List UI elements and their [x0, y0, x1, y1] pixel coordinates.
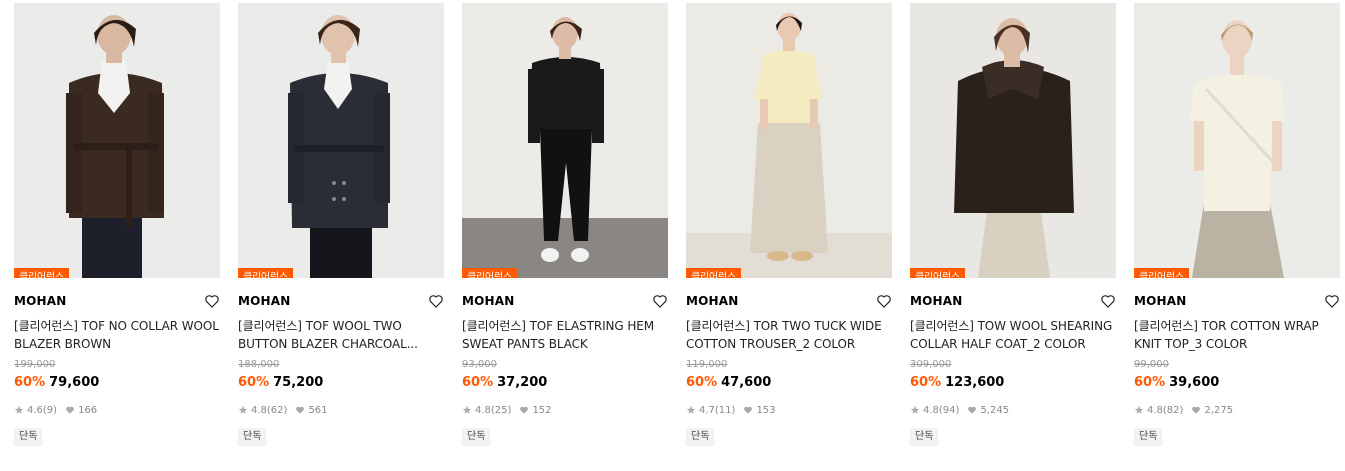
review-count: (11)	[714, 404, 736, 416]
original-price: 188,000	[238, 359, 280, 370]
heart-icon[interactable]	[876, 293, 892, 309]
sale-price: 39,600	[1169, 375, 1220, 390]
brand-name[interactable]: MOHAN	[910, 294, 963, 308]
brand-name[interactable]: MOHAN	[14, 294, 67, 308]
product-image[interactable]: 클리어런스	[238, 3, 444, 278]
review-count: (82)	[1162, 404, 1184, 416]
rating: 4.6	[27, 404, 43, 416]
review-count: (25)	[490, 404, 512, 416]
heart-filled-icon	[66, 406, 74, 414]
rating: 4.8	[251, 404, 267, 416]
exclusive-badge: 단독	[910, 428, 939, 446]
discount-rate: 60%	[686, 375, 718, 390]
clearance-tag: 클리어런스	[910, 268, 965, 278]
like-count: 561	[308, 404, 328, 416]
exclusive-badge: 단독	[238, 428, 267, 446]
star-icon	[462, 405, 472, 414]
product-image[interactable]: 클리어런스	[462, 3, 668, 278]
discount-rate: 60%	[1134, 375, 1166, 390]
discount-rate: 60%	[910, 375, 942, 390]
brand-name[interactable]: MOHAN	[238, 294, 291, 308]
clearance-tag: 클리어런스	[1134, 268, 1189, 278]
product-card[interactable]: 클리어런스 MOHAN [클리어런스] TOF ELASTRING HEM SW…	[462, 3, 668, 446]
product-name[interactable]: [클리어런스] TOR TWO TUCK WIDE COTTON TROUSER…	[686, 317, 892, 353]
original-price: 309,000	[910, 359, 952, 370]
product-card[interactable]: 클리어런스 MOHAN [클리어런스] TOW WOOL SHEARING CO…	[910, 3, 1116, 446]
clearance-tag: 클리어런스	[238, 268, 293, 278]
exclusive-badge: 단독	[686, 428, 715, 446]
discount-rate: 60%	[14, 375, 46, 390]
product-meta: 4.8 (62) 561	[238, 403, 444, 417]
heart-filled-icon	[744, 406, 753, 414]
rating: 4.7	[699, 404, 715, 416]
product-name[interactable]: [클리어런스] TOW WOOL SHEARING COLLAR HALF CO…	[910, 317, 1116, 353]
review-count: (94)	[938, 404, 960, 416]
product-card[interactable]: 클리어런스 MOHAN [클리어런스] TOR TWO TUCK WIDE CO…	[686, 3, 892, 446]
star-icon	[1134, 405, 1144, 414]
rating: 4.8	[1147, 404, 1163, 416]
exclusive-badge: 단독	[14, 428, 43, 446]
brand-name[interactable]: MOHAN	[1134, 294, 1187, 308]
clearance-tag: 클리어런스	[686, 268, 741, 278]
like-count: 5,245	[980, 404, 1010, 416]
product-meta: 4.8 (94) 5,245	[910, 403, 1116, 417]
exclusive-badge: 단독	[1134, 428, 1163, 446]
discount-rate: 60%	[238, 375, 270, 390]
heart-icon[interactable]	[428, 293, 444, 309]
heart-filled-icon	[520, 406, 529, 414]
discount-rate: 60%	[462, 375, 494, 390]
like-count: 166	[78, 404, 98, 416]
product-image[interactable]: 클리어런스	[14, 3, 220, 278]
heart-icon[interactable]	[652, 293, 668, 309]
star-icon	[14, 405, 24, 414]
product-name[interactable]: [클리어런스] TOR COTTON WRAP KNIT TOP_3 COLOR	[1134, 317, 1340, 353]
review-count: (9)	[42, 404, 58, 416]
like-count: 153	[756, 404, 776, 416]
product-card[interactable]: 클리어런스 MOHAN [클리어런스] TOF NO COLLAR WOOL B…	[14, 3, 220, 446]
product-meta: 4.7 (11) 153	[686, 403, 892, 417]
star-icon	[686, 405, 696, 414]
product-card[interactable]: 클리어런스 MOHAN [클리어런스] TOR COTTON WRAP KNIT…	[1134, 3, 1340, 446]
brand-name[interactable]: MOHAN	[462, 294, 515, 308]
star-icon	[238, 405, 248, 414]
product-grid: 클리어런스 MOHAN [클리어런스] TOF NO COLLAR WOOL B…	[14, 3, 1340, 446]
product-image[interactable]: 클리어런스	[1134, 3, 1340, 278]
product-meta: 4.8 (25) 152	[462, 403, 668, 417]
brand-name[interactable]: MOHAN	[686, 294, 739, 308]
heart-filled-icon	[296, 406, 305, 414]
product-name[interactable]: [클리어런스] TOF NO COLLAR WOOL BLAZER BROWN	[14, 317, 220, 353]
star-icon	[910, 405, 920, 414]
heart-icon[interactable]	[204, 293, 220, 309]
product-card[interactable]: 클리어런스 MOHAN [클리어런스] TOF WOOL TWO BUTTON …	[238, 3, 444, 446]
original-price: 199,000	[14, 359, 56, 370]
heart-icon[interactable]	[1100, 293, 1116, 309]
sale-price: 75,200	[273, 375, 324, 390]
clearance-tag: 클리어런스	[14, 268, 69, 278]
original-price: 119,000	[686, 359, 728, 370]
product-name[interactable]: [클리어런스] TOF ELASTRING HEM SWEAT PANTS BL…	[462, 317, 668, 353]
sale-price: 47,600	[721, 375, 772, 390]
like-count: 152	[532, 404, 552, 416]
sale-price: 79,600	[49, 375, 100, 390]
heart-filled-icon	[1192, 406, 1201, 414]
product-image[interactable]: 클리어런스	[686, 3, 892, 278]
sale-price: 37,200	[497, 375, 548, 390]
original-price: 93,000	[462, 359, 497, 370]
product-image[interactable]: 클리어런스	[910, 3, 1116, 278]
exclusive-badge: 단독	[462, 428, 491, 446]
rating: 4.8	[923, 404, 939, 416]
like-count: 2,275	[1204, 404, 1234, 416]
rating: 4.8	[475, 404, 491, 416]
sale-price: 123,600	[945, 375, 1005, 390]
review-count: (62)	[266, 404, 288, 416]
original-price: 99,000	[1134, 359, 1169, 370]
product-name[interactable]: [클리어런스] TOF WOOL TWO BUTTON BLAZER CHARC…	[238, 317, 444, 353]
heart-filled-icon	[968, 406, 977, 414]
clearance-tag: 클리어런스	[462, 268, 517, 278]
product-meta: 4.8 (82) 2,275	[1134, 403, 1340, 417]
product-meta: 4.6 (9) 166	[14, 403, 220, 417]
heart-icon[interactable]	[1324, 293, 1340, 309]
